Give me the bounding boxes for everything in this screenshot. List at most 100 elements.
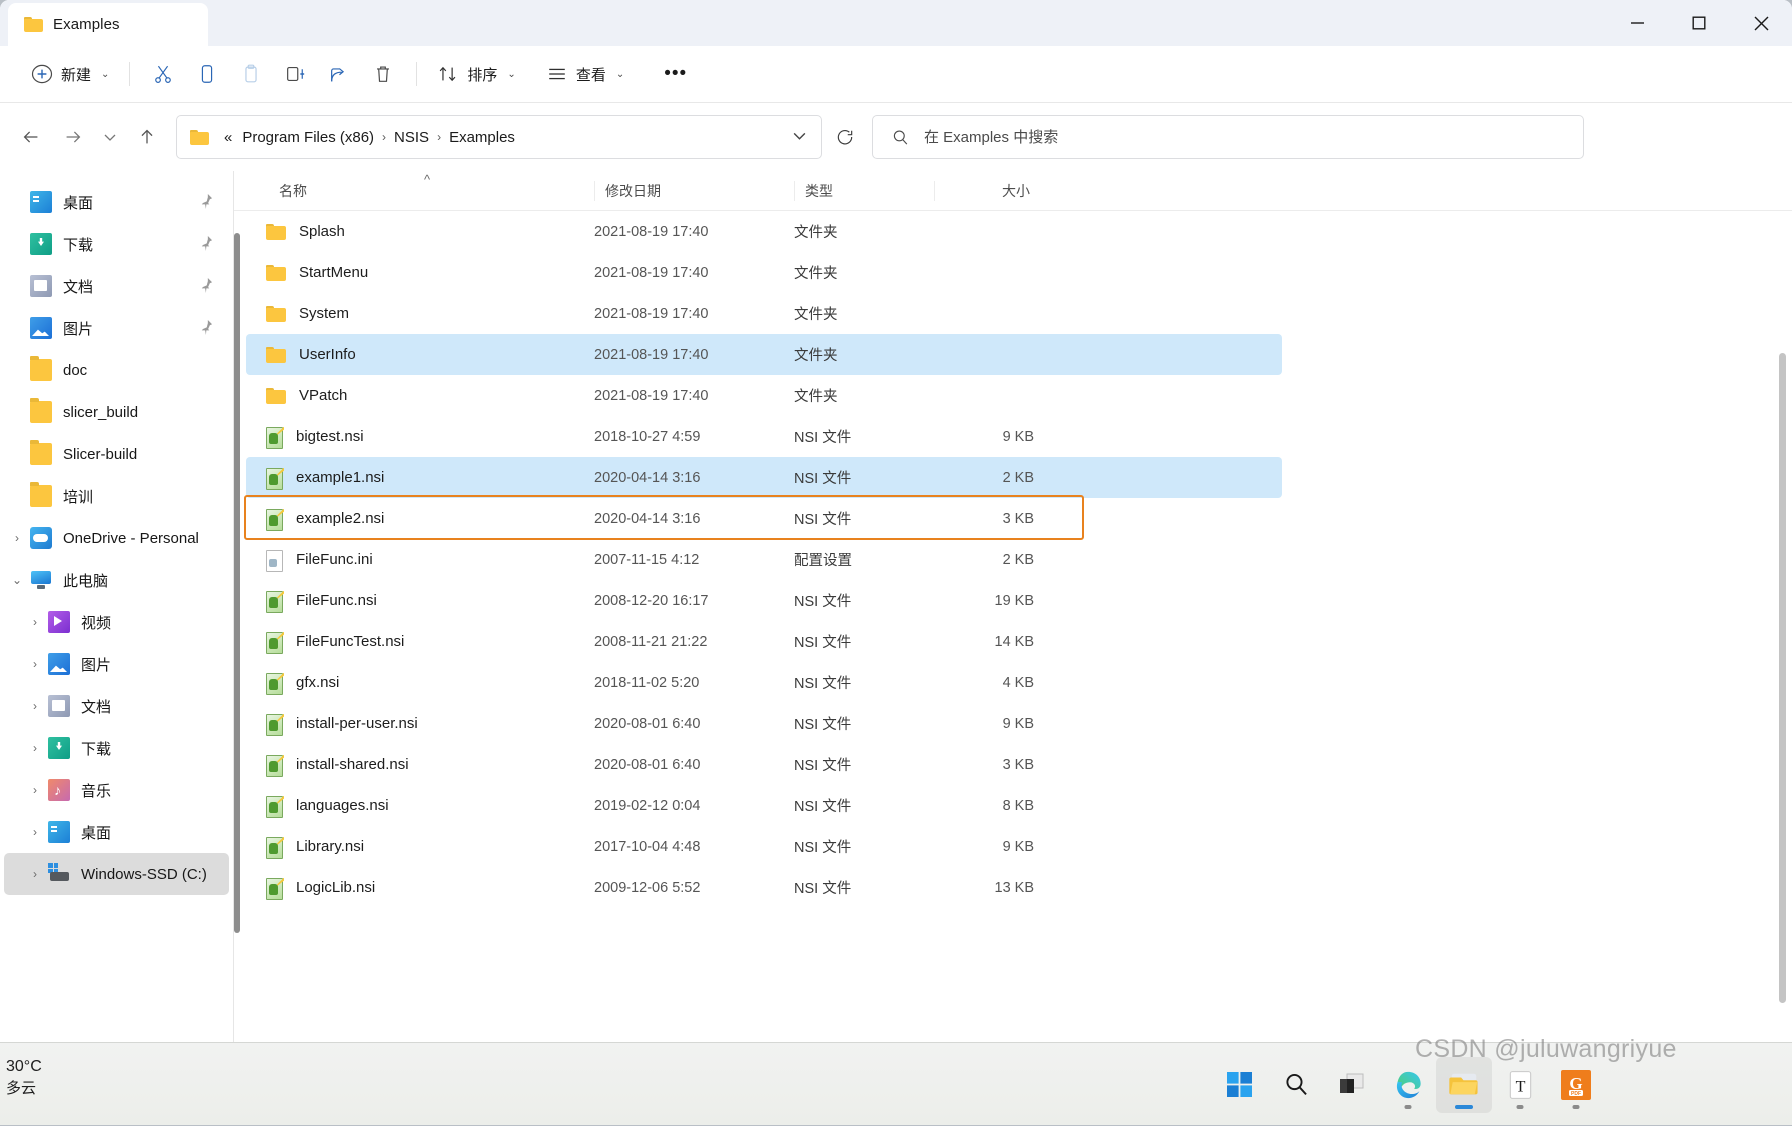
column-header-name[interactable]: 名称 ^ — [234, 181, 594, 201]
arrow-up-icon — [136, 126, 158, 148]
navigation-pane[interactable]: 桌面下载文档图片docslicer_buildSlicer-build培训›On… — [0, 171, 233, 1042]
minimize-button[interactable] — [1606, 0, 1668, 46]
edge-button[interactable] — [1380, 1057, 1436, 1113]
sidebar-item-14[interactable]: ›音乐 — [4, 769, 229, 811]
chevron-right-icon[interactable]: › — [22, 784, 48, 796]
column-header-type[interactable]: 类型 — [794, 181, 934, 201]
chevron-right-icon[interactable]: › — [4, 532, 30, 544]
breadcrumb-item-2[interactable]: NSIS — [389, 129, 434, 146]
breadcrumb-item-3[interactable]: Examples — [444, 129, 520, 146]
file-name-label: languages.nsi — [296, 797, 389, 814]
forward-button[interactable] — [52, 116, 94, 158]
sidebar-item-0[interactable]: 桌面 — [4, 181, 229, 223]
recent-locations-button[interactable] — [94, 116, 126, 158]
back-button[interactable] — [10, 116, 52, 158]
chevron-right-icon[interactable]: › — [22, 616, 48, 628]
task-view-button[interactable] — [1324, 1057, 1380, 1113]
table-row[interactable]: example1.nsi2020-04-14 3:16NSI 文件2 KB — [246, 457, 1282, 498]
sort-button[interactable]: 排序 ⌄ — [428, 55, 524, 93]
table-row[interactable]: FileFuncTest.nsi2008-11-21 21:22NSI 文件14… — [246, 621, 1282, 662]
file-name-label: bigtest.nsi — [296, 428, 364, 445]
sidebar-item-11[interactable]: › 图片 — [4, 643, 229, 685]
sidebar-item-1[interactable]: 下载 — [4, 223, 229, 265]
table-row[interactable]: FileFunc.nsi2008-12-20 16:17NSI 文件19 KB — [246, 580, 1282, 621]
table-row[interactable]: languages.nsi2019-02-12 0:04NSI 文件8 KB — [246, 785, 1282, 826]
refresh-button[interactable] — [822, 115, 868, 159]
table-row[interactable]: StartMenu2021-08-19 17:40文件夹 — [246, 252, 1282, 293]
close-button[interactable] — [1730, 0, 1792, 46]
copy-button[interactable] — [185, 55, 229, 93]
more-options-button[interactable]: ••• — [655, 55, 696, 93]
file-name-label: gfx.nsi — [296, 674, 339, 691]
file-name-label: LogicLib.nsi — [296, 879, 375, 896]
plus-circle-icon — [31, 63, 53, 85]
sidebar-item-8[interactable]: ›OneDrive - Personal — [4, 517, 229, 559]
pin-icon[interactable] — [198, 235, 213, 257]
maximize-button[interactable] — [1668, 0, 1730, 46]
chevron-right-icon[interactable]: › — [22, 700, 48, 712]
table-row[interactable]: install-shared.nsi2020-08-01 6:40NSI 文件3… — [246, 744, 1282, 785]
pdf-app-button[interactable]: G PDF — [1548, 1057, 1604, 1113]
sidebar-item-12[interactable]: ›文档 — [4, 685, 229, 727]
weather-widget[interactable]: 30°C 多云 — [6, 1055, 42, 1100]
rename-button[interactable] — [273, 55, 317, 93]
pin-icon[interactable] — [198, 319, 213, 341]
new-button[interactable]: 新建 ⌄ — [22, 55, 118, 93]
sidebar-item-15[interactable]: ›桌面 — [4, 811, 229, 853]
sidebar-item-9[interactable]: ⌄此电脑 — [4, 559, 229, 601]
table-row[interactable]: LogicLib.nsi2009-12-06 5:52NSI 文件13 KB — [246, 867, 1282, 908]
table-row[interactable]: VPatch2021-08-19 17:40文件夹 — [246, 375, 1282, 416]
sidebar-item-2[interactable]: 文档 — [4, 265, 229, 307]
paste-button[interactable] — [229, 55, 273, 93]
up-button[interactable] — [126, 116, 168, 158]
tab-examples[interactable]: Examples — [8, 3, 208, 46]
share-button[interactable] — [317, 55, 361, 93]
file-date-cell: 2007-11-15 4:12 — [594, 552, 794, 568]
sidebar-item-13[interactable]: ›下载 — [4, 727, 229, 769]
file-list-pane[interactable]: 名称 ^ 修改日期 类型 大小 Splash2021-08-19 17:40文件… — [233, 171, 1792, 1042]
text-editor-button[interactable]: T — [1492, 1057, 1548, 1113]
address-dropdown-button[interactable] — [792, 128, 813, 146]
delete-button[interactable] — [361, 55, 405, 93]
sidebar-item-7[interactable]: 培训 — [4, 475, 229, 517]
address-bar[interactable]: « Program Files (x86) › NSIS › Examples — [176, 115, 822, 159]
breadcrumb-root[interactable]: « — [219, 129, 237, 146]
table-row[interactable]: gfx.nsi2018-11-02 5:20NSI 文件4 KB — [246, 662, 1282, 703]
chevron-right-icon[interactable]: › — [22, 742, 48, 754]
sidebar-item-16[interactable]: ›Windows-SSD (C:) — [4, 853, 229, 895]
table-row[interactable]: Library.nsi2017-10-04 4:48NSI 文件9 KB — [246, 826, 1282, 867]
table-row[interactable]: System2021-08-19 17:40文件夹 — [246, 293, 1282, 334]
chevron-right-icon[interactable]: › — [22, 658, 48, 670]
pin-icon[interactable] — [198, 277, 213, 299]
start-button[interactable] — [1212, 1057, 1268, 1113]
vertical-scrollbar-thumb[interactable] — [1779, 353, 1786, 1003]
breadcrumb-item-1[interactable]: Program Files (x86) — [237, 129, 379, 146]
sidebar-item-6[interactable]: Slicer-build — [4, 433, 229, 475]
search-input[interactable] — [922, 128, 1583, 147]
column-header-date[interactable]: 修改日期 — [594, 181, 794, 201]
chevron-right-icon[interactable]: › — [22, 868, 48, 880]
chevron-down-icon[interactable]: ⌄ — [4, 574, 30, 586]
sidebar-item-3[interactable]: 图片 — [4, 307, 229, 349]
table-row[interactable]: example2.nsi2020-04-14 3:16NSI 文件3 KB — [246, 498, 1282, 539]
view-button[interactable]: 查看 ⌄ — [537, 55, 633, 93]
chevron-right-icon[interactable]: › — [22, 826, 48, 838]
column-header-size[interactable]: 大小 — [934, 181, 1044, 201]
table-row[interactable]: Splash2021-08-19 17:40文件夹 — [246, 211, 1282, 252]
file-name-cell: LogicLib.nsi — [246, 878, 594, 898]
search-button[interactable] — [1268, 1057, 1324, 1113]
table-row[interactable]: bigtest.nsi2018-10-27 4:59NSI 文件9 KB — [246, 416, 1282, 457]
sidebar-item-5[interactable]: slicer_build — [4, 391, 229, 433]
table-row[interactable]: install-per-user.nsi2020-08-01 6:40NSI 文… — [246, 703, 1282, 744]
sidebar-item-10[interactable]: ›视频 — [4, 601, 229, 643]
table-row[interactable]: UserInfo2021-08-19 17:40文件夹 — [246, 334, 1282, 375]
pin-icon[interactable] — [198, 193, 213, 215]
sidebar-item-label: 图片 — [81, 654, 111, 675]
nsi-file-icon — [266, 837, 283, 857]
table-row[interactable]: FileFunc.ini2007-11-15 4:12配置设置2 KB — [246, 539, 1282, 580]
search-box[interactable] — [872, 115, 1584, 159]
cut-button[interactable] — [141, 55, 185, 93]
list-scrollbar-thumb[interactable] — [234, 233, 240, 933]
sidebar-item-4[interactable]: doc — [4, 349, 229, 391]
file-explorer-button[interactable] — [1436, 1057, 1492, 1113]
